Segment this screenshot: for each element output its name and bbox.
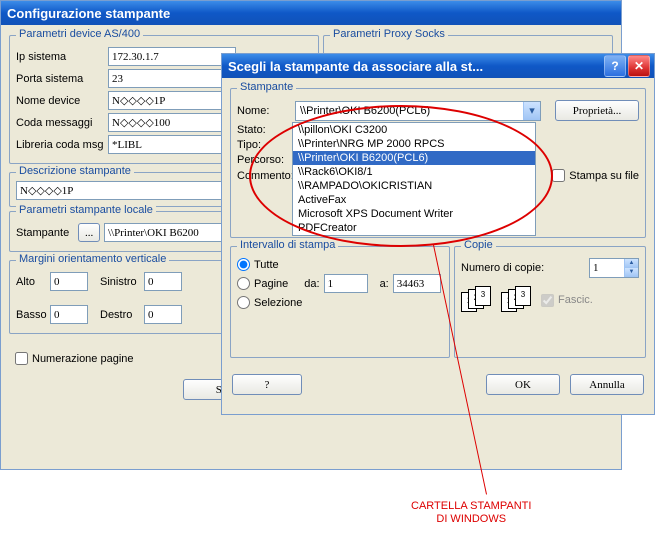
printer-dropdown-list[interactable]: \\pillon\OKI C3200\\Printer\NRG MP 2000 … bbox=[292, 122, 536, 236]
printer-option[interactable]: \\Printer\NRG MP 2000 RPCS bbox=[293, 137, 535, 151]
legend: Descrizione stampante bbox=[16, 165, 134, 177]
queue-input[interactable] bbox=[108, 113, 236, 132]
left-input[interactable] bbox=[144, 272, 182, 291]
printer-dialog: Scegli la stampante da associare alla st… bbox=[221, 53, 655, 415]
dialog-help-button[interactable]: ? bbox=[232, 374, 302, 395]
top-label: Alto bbox=[16, 276, 46, 288]
spin-down-icon[interactable]: ▼ bbox=[624, 268, 638, 277]
bottom-input[interactable] bbox=[50, 305, 88, 324]
ok-button[interactable]: OK bbox=[486, 374, 560, 395]
copies-spinner[interactable]: ▲▼ bbox=[589, 258, 639, 278]
radio-sel[interactable]: Selezione bbox=[237, 296, 302, 309]
device-input[interactable] bbox=[108, 91, 236, 110]
spin-up-icon[interactable]: ▲ bbox=[624, 259, 638, 268]
lib-label: Libreria coda msg bbox=[16, 139, 104, 151]
ip-input[interactable] bbox=[108, 47, 236, 66]
browse-printer-button[interactable]: ... bbox=[78, 223, 100, 242]
right-input[interactable] bbox=[144, 305, 182, 324]
properties-button[interactable]: Proprietà... bbox=[555, 100, 639, 121]
state-label: Stato: bbox=[237, 124, 291, 136]
legend: Parametri stampante locale bbox=[16, 204, 156, 216]
collate-icon: 123 bbox=[461, 286, 497, 314]
type-label: Tipo: bbox=[237, 139, 291, 151]
numbering-checkbox[interactable]: Numerazione pagine bbox=[15, 352, 134, 365]
comment-label: Commento: bbox=[237, 170, 291, 182]
ip-label: Ip sistema bbox=[16, 51, 104, 63]
queue-label: Coda messaggi bbox=[16, 117, 104, 129]
printer-option[interactable]: Microsoft XPS Document Writer bbox=[293, 207, 535, 221]
chevron-down-icon[interactable]: ▾ bbox=[523, 102, 540, 120]
device-label: Nome device bbox=[16, 95, 104, 107]
group-copies: Copie Numero di copie: ▲▼ 123 123 Fascic… bbox=[454, 246, 646, 358]
group-range: Intervallo di stampa Tutte Pagine da: a:… bbox=[230, 246, 450, 358]
printer-option[interactable]: \\Printer\OKI B6200(PCL6) bbox=[293, 151, 535, 165]
dialog-titlebar: Scegli la stampante da associare alla st… bbox=[222, 54, 654, 78]
bottom-label: Basso bbox=[16, 309, 46, 321]
legend: Parametri Proxy Socks bbox=[330, 28, 448, 40]
lib-input[interactable] bbox=[108, 135, 236, 154]
help-icon[interactable]: ? bbox=[604, 55, 626, 77]
dialog-title: Scegli la stampante da associare alla st… bbox=[228, 59, 483, 74]
legend: Copie bbox=[461, 239, 496, 251]
printer-label: Stampante bbox=[16, 227, 74, 239]
dropdown-value: \\Printer\OKI B6200(PCL6) bbox=[296, 105, 523, 117]
annotation-text: CARTELLA STAMPANTI DI WINDOWS bbox=[411, 500, 531, 526]
to-input[interactable] bbox=[393, 274, 441, 293]
printer-dropdown[interactable]: \\Printer\OKI B6200(PCL6) ▾ bbox=[295, 101, 541, 121]
right-label: Destro bbox=[100, 309, 140, 321]
top-input[interactable] bbox=[50, 272, 88, 291]
main-titlebar: Configurazione stampante bbox=[1, 1, 621, 25]
left-label: Sinistro bbox=[100, 276, 140, 288]
printer-option[interactable]: \\pillon\OKI C3200 bbox=[293, 123, 535, 137]
printer-option[interactable]: \\RAMPADO\OKICRISTIAN bbox=[293, 179, 535, 193]
from-input[interactable] bbox=[324, 274, 368, 293]
radio-all[interactable]: Tutte bbox=[237, 258, 279, 271]
cancel-button[interactable]: Annulla bbox=[570, 374, 644, 395]
collate-icon: 123 bbox=[501, 286, 537, 314]
from-label: da: bbox=[304, 278, 319, 290]
name-label: Nome: bbox=[237, 105, 291, 117]
legend: Margini orientamento verticale bbox=[16, 253, 169, 265]
to-label: a: bbox=[380, 278, 389, 290]
group-margin-v: Margini orientamento verticale Alto Sini… bbox=[9, 260, 223, 334]
radio-pages[interactable]: Pagine bbox=[237, 277, 288, 290]
printer-option[interactable]: PDFCreator bbox=[293, 221, 535, 235]
fascic-checkbox: Fascic. bbox=[541, 294, 593, 307]
printer-option[interactable]: \\Rack6\OKI8/1 bbox=[293, 165, 535, 179]
numcopies-label: Numero di copie: bbox=[461, 262, 544, 274]
legend: Parametri device AS/400 bbox=[16, 28, 143, 40]
close-icon[interactable]: ✕ bbox=[628, 55, 650, 77]
printer-option[interactable]: ActiveFax bbox=[293, 193, 535, 207]
path-label: Percorso: bbox=[237, 154, 291, 166]
legend: Stampante bbox=[237, 81, 296, 93]
port-input[interactable] bbox=[108, 69, 236, 88]
port-label: Porta sistema bbox=[16, 73, 104, 85]
main-title: Configurazione stampante bbox=[7, 6, 170, 21]
print-file-checkbox[interactable]: Stampa su file bbox=[552, 169, 639, 182]
legend: Intervallo di stampa bbox=[237, 239, 338, 251]
